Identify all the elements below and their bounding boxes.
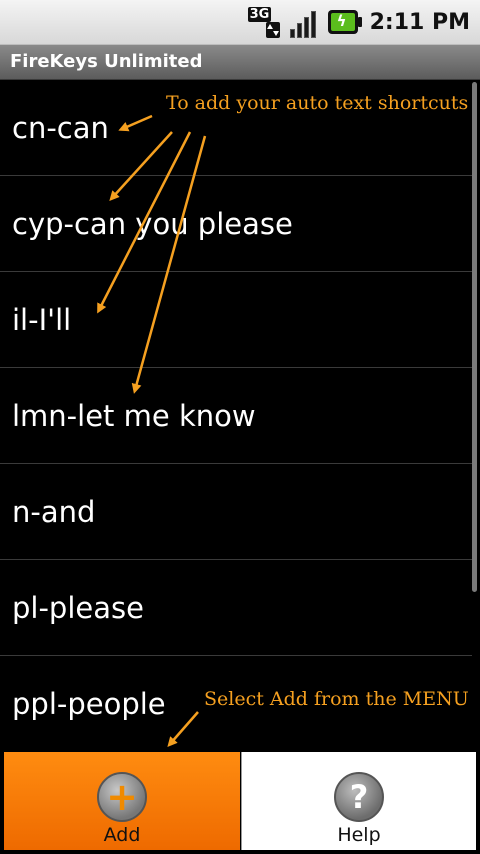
list-item[interactable]: pl-please (0, 560, 472, 656)
shortcut-label: cyp-can you please (12, 207, 293, 241)
list-item[interactable]: lmn-let me know (0, 368, 472, 464)
network-type-label: 3G (247, 7, 272, 22)
options-menu: + Add ? Help (0, 748, 480, 854)
list-item[interactable]: n-and (0, 464, 472, 560)
shortcut-label: lmn-let me know (12, 399, 256, 433)
status-time: 2:11 PM (369, 9, 470, 35)
status-icons: 3G ϟ 2:11 PM (247, 0, 470, 44)
list-scrollbar[interactable] (472, 82, 477, 592)
battery-charging-icon: ϟ (327, 8, 362, 36)
annotation-bottom: Select Add from the MENU (204, 688, 469, 710)
help-label: Help (337, 824, 381, 846)
list-item[interactable]: cyp-can you please (0, 176, 472, 272)
status-bar: 3G ϟ 2:11 PM (0, 0, 480, 45)
app-title-bar: FireKeys Unlimited (0, 45, 480, 80)
signal-bar (310, 11, 316, 38)
add-menu-item[interactable]: + Add (4, 752, 240, 850)
question-circle-icon: ? (334, 772, 384, 822)
shortcut-label: cn-can (12, 111, 109, 145)
annotation-top: To add your auto text shortcuts (166, 92, 469, 114)
signal-bar (296, 23, 302, 38)
signal-strength-icon (288, 6, 320, 38)
add-label: Add (103, 824, 141, 846)
shortcut-list[interactable]: cn-can cyp-can you please il-I'll lmn-le… (0, 80, 480, 748)
app-title: FireKeys Unlimited (10, 51, 203, 72)
phone-screen: 3G ϟ 2:11 PM FireKeys Unlimited cn-can c… (0, 0, 480, 854)
3g-data-icon: 3G (247, 6, 280, 38)
signal-bar (289, 29, 295, 38)
list-item[interactable]: il-I'll (0, 272, 472, 368)
plus-circle-icon: + (97, 772, 147, 822)
shortcut-label: pl-please (12, 591, 144, 625)
help-menu-item[interactable]: ? Help (241, 752, 476, 850)
shortcut-label: il-I'll (12, 303, 72, 337)
shortcut-label: ppl-people (12, 687, 166, 721)
data-activity-arrows (265, 22, 280, 38)
signal-bar (303, 17, 309, 38)
shortcut-label: n-and (12, 495, 96, 529)
